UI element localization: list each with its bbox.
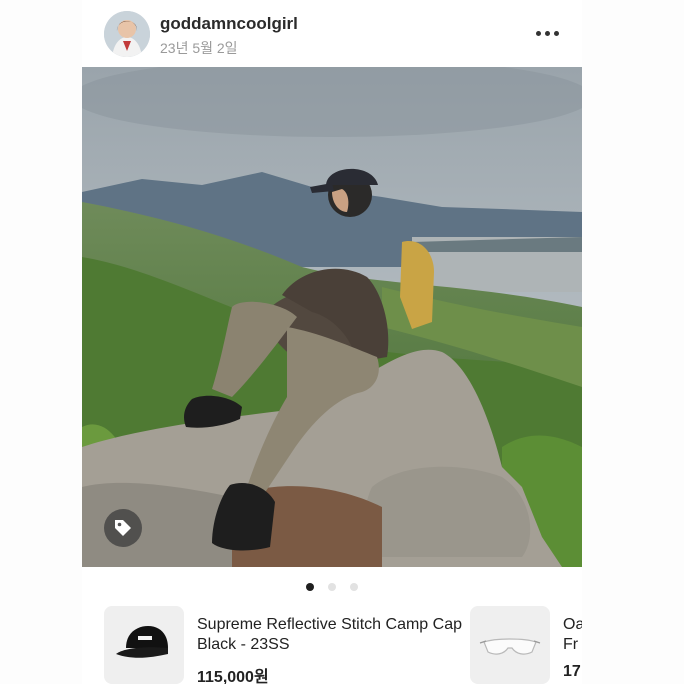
carousel-dot-2[interactable] [328,583,336,591]
avatar[interactable] [104,11,150,57]
product-thumbnail [470,606,550,684]
product-card[interactable]: Oa Fr 17 [470,606,582,684]
post-photo[interactable] [82,67,582,567]
carousel-dot-3[interactable] [350,583,359,591]
product-card[interactable]: Supreme Reflective Stitch Camp Cap Black… [104,606,484,684]
product-price: 115,000원 [197,669,269,684]
product-thumbnail [104,606,184,684]
carousel-indicator [82,578,582,591]
username[interactable]: goddamncoolgirl [160,14,298,34]
post-date: 23년 5월 2일 [160,40,238,56]
more-options-icon[interactable] [536,31,560,37]
sunglasses-image [479,638,541,655]
post-header: goddamncoolgirl 23년 5월 2일 [82,0,582,67]
product-name: Oa Fr [563,616,582,653]
product-price: 17 [563,663,581,680]
tag-icon[interactable] [104,509,142,547]
carousel-dot-1[interactable] [305,583,314,591]
product-name: Supreme Reflective Stitch Camp Cap Black… [197,616,462,653]
tagged-products: Supreme Reflective Stitch Camp Cap Black… [82,603,582,684]
black-cap-image [116,626,168,658]
hiker-on-rock-image [82,67,582,567]
post-card: goddamncoolgirl 23년 5월 2일 Supreme Reflec… [82,0,582,684]
